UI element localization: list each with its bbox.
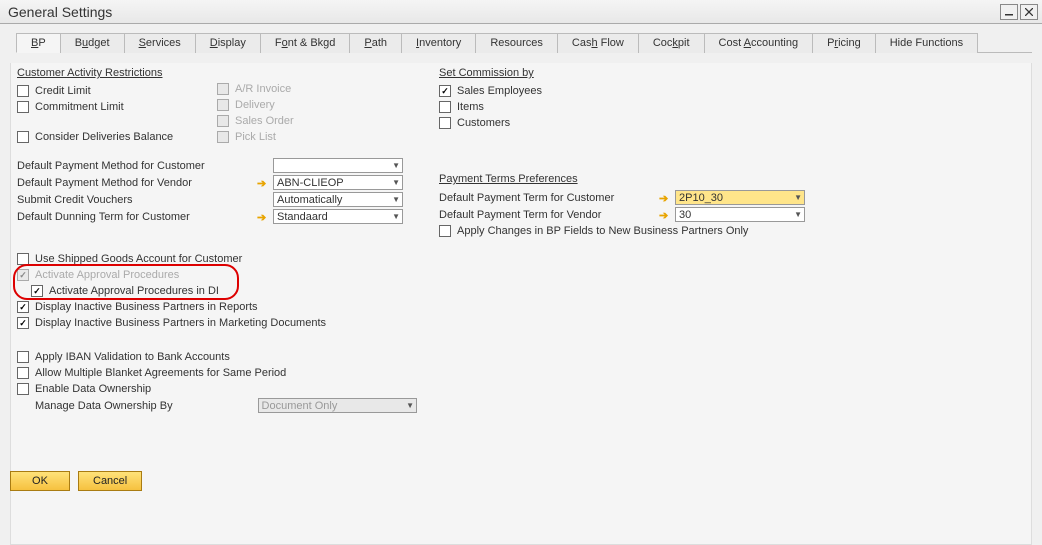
dunning-select[interactable]: Standaard bbox=[273, 209, 403, 224]
manage-data-own-select: Document Only bbox=[258, 398, 417, 413]
activate-approval-label: Activate Approval Procedures bbox=[35, 269, 179, 281]
pt-header: Payment Terms Preferences bbox=[439, 173, 1025, 185]
tab-pricing[interactable]: Pricing bbox=[812, 33, 876, 53]
tab-resources[interactable]: Resources bbox=[475, 33, 558, 53]
sales-order-label: Sales Order bbox=[235, 115, 294, 127]
display-inactive-marketing-checkbox[interactable] bbox=[17, 317, 29, 329]
ok-button[interactable]: OK bbox=[10, 471, 70, 491]
tab-budget[interactable]: Budget bbox=[60, 33, 125, 53]
allow-blanket-label: Allow Multiple Blanket Agreements for Sa… bbox=[35, 367, 286, 379]
tab-cash-flow[interactable]: Cash Flow bbox=[557, 33, 639, 53]
apply-changes-checkbox[interactable] bbox=[439, 225, 451, 237]
tab-services[interactable]: Services bbox=[124, 33, 196, 53]
tab-cost-accounting[interactable]: Cost Accounting bbox=[704, 33, 814, 53]
customers-checkbox[interactable] bbox=[439, 117, 451, 129]
pt-customer-arrow-icon[interactable]: ➔ bbox=[659, 192, 675, 204]
consider-deliveries-label: Consider Deliveries Balance bbox=[35, 131, 173, 143]
delivery-checkbox bbox=[217, 99, 229, 111]
pm-vendor-select[interactable]: ABN-CLIEOP bbox=[273, 175, 403, 190]
activate-approval-di-label: Activate Approval Procedures in DI bbox=[49, 285, 219, 297]
customer-activity-header: Customer Activity Restrictions bbox=[17, 67, 217, 79]
close-button[interactable] bbox=[1020, 4, 1038, 20]
commitment-limit-label: Commitment Limit bbox=[35, 101, 124, 113]
display-inactive-marketing-label: Display Inactive Business Partners in Ma… bbox=[35, 317, 326, 329]
tab-path[interactable]: Path bbox=[349, 33, 402, 53]
pt-vendor-arrow-icon[interactable]: ➔ bbox=[659, 209, 675, 221]
pm-customer-select[interactable] bbox=[273, 158, 403, 173]
apply-iban-checkbox[interactable] bbox=[17, 351, 29, 363]
use-shipped-checkbox[interactable] bbox=[17, 253, 29, 265]
sales-order-checkbox bbox=[217, 115, 229, 127]
commission-header: Set Commission by bbox=[439, 67, 1025, 79]
tab-inventory[interactable]: Inventory bbox=[401, 33, 476, 53]
pm-vendor-label: Default Payment Method for Vendor bbox=[17, 177, 257, 189]
customers-label: Customers bbox=[457, 117, 510, 129]
display-inactive-reports-checkbox[interactable] bbox=[17, 301, 29, 313]
pt-vendor-label: Default Payment Term for Vendor bbox=[439, 209, 659, 221]
pick-list-checkbox bbox=[217, 131, 229, 143]
commitment-limit-checkbox[interactable] bbox=[17, 101, 29, 113]
tab-cockpit[interactable]: Cockpit bbox=[638, 33, 705, 53]
submit-credit-select[interactable]: Automatically bbox=[273, 192, 403, 207]
pick-list-label: Pick List bbox=[235, 131, 276, 143]
activate-approval-checkbox bbox=[17, 269, 29, 281]
submit-credit-label: Submit Credit Vouchers bbox=[17, 194, 257, 206]
consider-deliveries-checkbox[interactable] bbox=[17, 131, 29, 143]
pt-vendor-select[interactable]: 30 bbox=[675, 207, 805, 222]
window-title: General Settings bbox=[8, 4, 112, 20]
allow-blanket-checkbox[interactable] bbox=[17, 367, 29, 379]
tab-font-bkgd[interactable]: Font & Bkgd bbox=[260, 33, 351, 53]
tab-hide-functions[interactable]: Hide Functions bbox=[875, 33, 978, 53]
dunning-arrow-icon[interactable]: ➔ bbox=[257, 211, 273, 223]
pm-customer-label: Default Payment Method for Customer bbox=[17, 160, 257, 172]
ar-invoice-checkbox bbox=[217, 83, 229, 95]
apply-changes-label: Apply Changes in BP Fields to New Busine… bbox=[457, 225, 748, 237]
tab-display[interactable]: Display bbox=[195, 33, 261, 53]
sales-emp-checkbox[interactable] bbox=[439, 85, 451, 97]
minimize-button[interactable] bbox=[1000, 4, 1018, 20]
tab-strip: BP Budget Services Display Font & Bkgd P… bbox=[16, 32, 1032, 53]
pm-vendor-arrow-icon[interactable]: ➔ bbox=[257, 177, 273, 189]
credit-limit-checkbox[interactable] bbox=[17, 85, 29, 97]
tab-bp[interactable]: BP bbox=[16, 33, 61, 53]
use-shipped-label: Use Shipped Goods Account for Customer bbox=[35, 253, 242, 265]
sales-emp-label: Sales Employees bbox=[457, 85, 542, 97]
items-label: Items bbox=[457, 101, 484, 113]
display-inactive-reports-label: Display Inactive Business Partners in Re… bbox=[35, 301, 258, 313]
items-checkbox[interactable] bbox=[439, 101, 451, 113]
delivery-label: Delivery bbox=[235, 99, 275, 111]
ar-invoice-label: A/R Invoice bbox=[235, 83, 291, 95]
cancel-button[interactable]: Cancel bbox=[78, 471, 142, 491]
manage-data-own-label: Manage Data Ownership By bbox=[35, 400, 258, 412]
enable-data-own-checkbox[interactable] bbox=[17, 383, 29, 395]
pt-customer-select[interactable]: 2P10_30 bbox=[675, 190, 805, 205]
dunning-label: Default Dunning Term for Customer bbox=[17, 211, 257, 223]
activate-approval-di-checkbox[interactable] bbox=[31, 285, 43, 297]
apply-iban-label: Apply IBAN Validation to Bank Accounts bbox=[35, 351, 230, 363]
enable-data-own-label: Enable Data Ownership bbox=[35, 383, 151, 395]
pt-customer-label: Default Payment Term for Customer bbox=[439, 192, 659, 204]
credit-limit-label: Credit Limit bbox=[35, 85, 91, 97]
